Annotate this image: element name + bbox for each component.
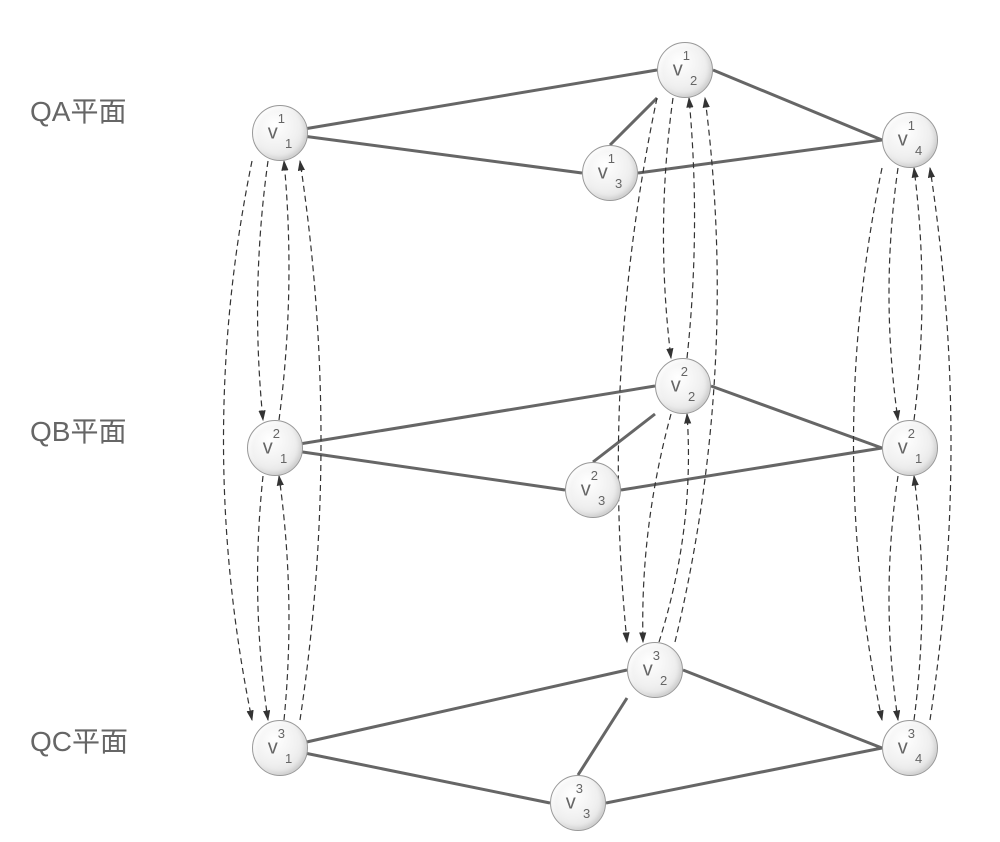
edge-dashed bbox=[687, 98, 695, 358]
node-v3-4: v34 bbox=[882, 720, 938, 776]
node-v3-2: v32 bbox=[627, 642, 683, 698]
node-v2-2: v22 bbox=[655, 358, 711, 414]
edge-dashed bbox=[258, 161, 268, 420]
edge-solid bbox=[711, 386, 882, 448]
node-label: v21 bbox=[898, 434, 922, 462]
edge-dashed bbox=[659, 414, 688, 642]
edge-dashed bbox=[663, 98, 673, 358]
edge-dashed bbox=[279, 161, 289, 420]
node-label: v32 bbox=[643, 656, 667, 684]
edge-solid bbox=[610, 98, 657, 145]
node-label: v34 bbox=[898, 734, 922, 762]
edge-solid bbox=[275, 386, 655, 448]
edge-solid bbox=[683, 670, 882, 748]
node-v2-1: v21 bbox=[247, 420, 303, 476]
edge-solid bbox=[280, 748, 550, 803]
edge-dashed bbox=[279, 476, 289, 720]
node-v1-3: v13 bbox=[582, 145, 638, 201]
edge-dashed bbox=[643, 414, 671, 642]
edge-dashed bbox=[914, 476, 922, 720]
edge-solid bbox=[280, 133, 582, 173]
node-label: v21 bbox=[263, 434, 287, 462]
edge-dashed bbox=[889, 476, 898, 720]
edge-dashed bbox=[889, 168, 898, 420]
node-label: v31 bbox=[268, 734, 292, 762]
edge-solid bbox=[606, 748, 882, 803]
edge-solid bbox=[638, 140, 882, 173]
edge-solid bbox=[593, 414, 655, 462]
node-v1-2: v12 bbox=[657, 42, 713, 98]
node-label: v22 bbox=[671, 372, 695, 400]
edge-solid bbox=[275, 448, 565, 490]
edge-dashed bbox=[914, 168, 922, 420]
node-label: v14 bbox=[898, 126, 922, 154]
graph-edges bbox=[0, 0, 1000, 842]
edge-dashed bbox=[258, 476, 268, 720]
node-label: v13 bbox=[598, 159, 622, 187]
node-v1-4: v14 bbox=[882, 112, 938, 168]
edge-solid bbox=[578, 698, 627, 775]
node-v3-3: v33 bbox=[550, 775, 606, 831]
edge-solid bbox=[280, 670, 627, 748]
edge-solid bbox=[713, 70, 882, 140]
node-v3-1: v31 bbox=[252, 720, 308, 776]
node-label: v12 bbox=[673, 56, 697, 84]
edge-solid bbox=[280, 70, 657, 133]
node-v2-3: v23 bbox=[565, 462, 621, 518]
node-label: v33 bbox=[566, 789, 590, 817]
node-label: v11 bbox=[268, 119, 292, 147]
node-v1-1: v11 bbox=[252, 105, 308, 161]
node-v2-4: v21 bbox=[882, 420, 938, 476]
edge-solid bbox=[621, 448, 882, 490]
node-label: v23 bbox=[581, 476, 605, 504]
